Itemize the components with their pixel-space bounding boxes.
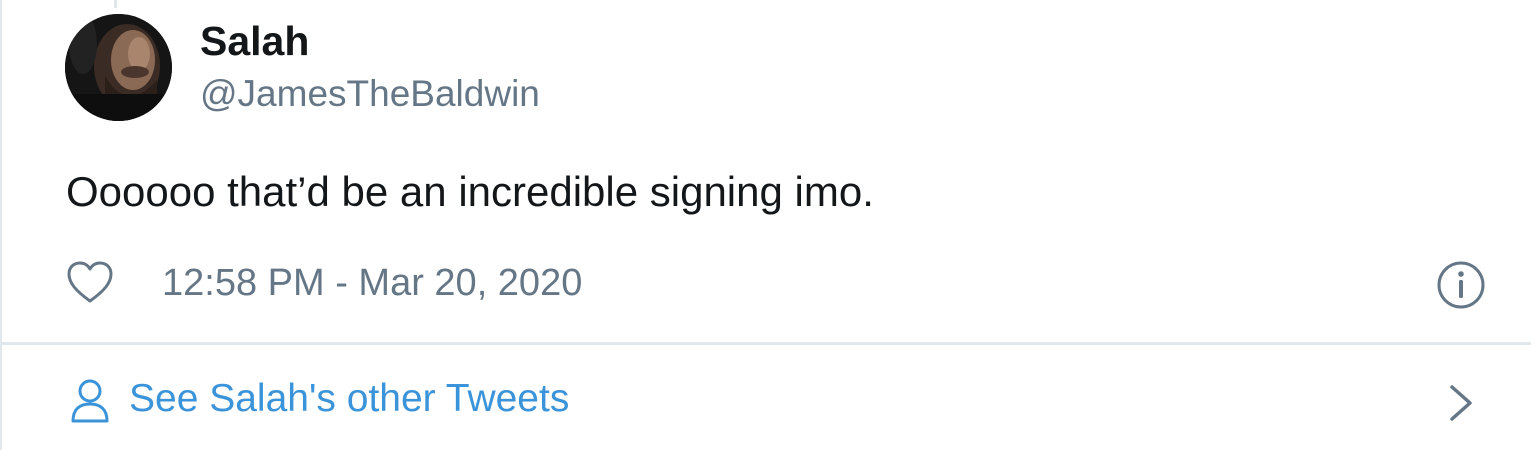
see-other-tweets-label[interactable]: See Salah's other Tweets [129,376,569,422]
user-icon [70,377,110,425]
avatar[interactable] [65,14,172,121]
tweet-card: Salah @JamesTheBaldwin Oooooo that’d be … [0,0,1531,450]
tweet-text: Oooooo that’d be an incredible signing i… [66,168,874,215]
user-photo-avatar-icon [65,14,172,121]
author-handle[interactable]: @JamesTheBaldwin [200,72,540,116]
author-name[interactable]: Salah [200,17,309,65]
thread-connector [114,0,117,8]
tweet-timestamp[interactable]: 12:58 PM - Mar 20, 2020 [162,260,582,306]
heart-icon[interactable] [66,261,114,305]
chevron-right-icon [1444,381,1478,425]
see-other-tweets-link[interactable]: See Salah's other Tweets [2,345,1531,450]
info-icon[interactable] [1435,260,1487,310]
